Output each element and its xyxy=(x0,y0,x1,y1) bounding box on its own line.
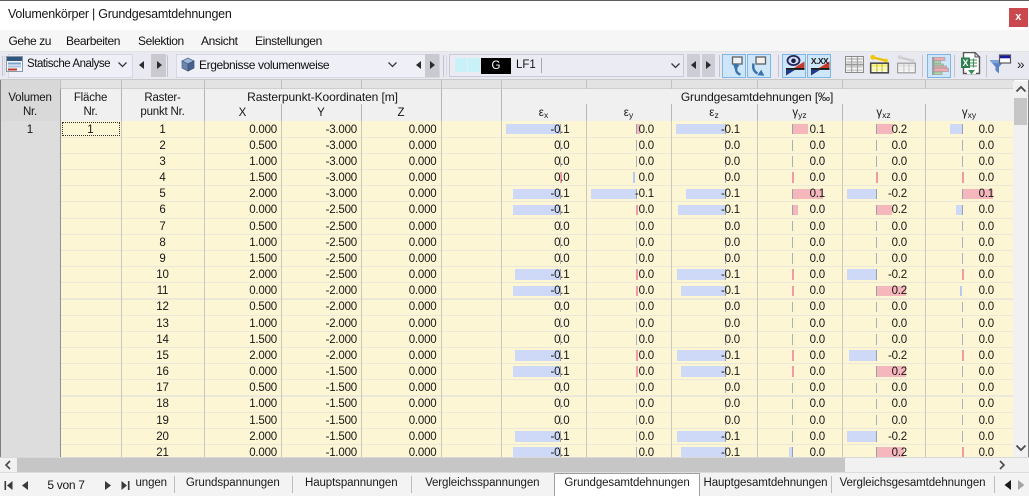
svg-text:X.XX: X.XX xyxy=(811,56,829,66)
svg-text:X: X xyxy=(962,58,968,68)
